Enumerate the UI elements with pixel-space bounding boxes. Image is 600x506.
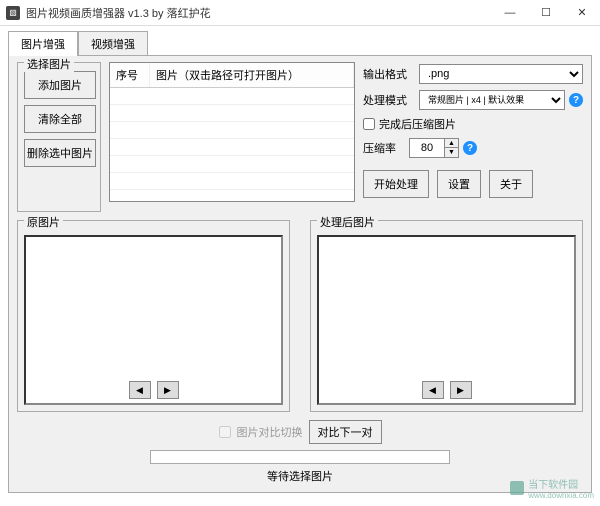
tab-strip: 图片增强 视频增强 bbox=[8, 30, 592, 55]
settings-button[interactable]: 设置 bbox=[437, 170, 481, 198]
process-mode-label: 处理模式 bbox=[363, 92, 415, 108]
minimize-button[interactable]: — bbox=[492, 0, 528, 26]
col-path: 图片（双击路径可打开图片） bbox=[150, 63, 354, 87]
processed-image-legend: 处理后图片 bbox=[317, 214, 378, 230]
original-image-canvas bbox=[26, 237, 281, 377]
spin-up-icon[interactable]: ▲ bbox=[444, 139, 458, 148]
options-panel: 输出格式 .png 处理模式 常规图片 | x4 | 默认效果 ? 完成后压缩图… bbox=[363, 62, 583, 212]
spin-down-icon[interactable]: ▼ bbox=[444, 148, 458, 157]
compare-toggle-label: 图片对比切换 bbox=[237, 424, 303, 440]
output-format-label: 输出格式 bbox=[363, 66, 415, 82]
orig-next-button[interactable]: ▶ bbox=[157, 381, 179, 399]
list-row bbox=[110, 156, 354, 173]
titlebar: ▧ 图片视频画质增强器 v1.3 by 落红护花 — ☐ ✕ bbox=[0, 0, 600, 26]
tab-image-enhance[interactable]: 图片增强 bbox=[8, 31, 78, 56]
compress-rate-spinner[interactable]: ▲ ▼ bbox=[409, 138, 459, 158]
watermark-text: 当下软件园 bbox=[528, 476, 594, 491]
compress-rate-label: 压缩率 bbox=[363, 140, 405, 156]
window-title: 图片视频画质增强器 v1.3 by 落红护花 bbox=[26, 5, 211, 21]
select-image-legend: 选择图片 bbox=[24, 56, 74, 72]
status-text: 等待选择图片 bbox=[17, 468, 583, 484]
processed-image-viewer: ◀ ▶ bbox=[317, 235, 576, 405]
process-mode-select[interactable]: 常规图片 | x4 | 默认效果 bbox=[419, 90, 565, 110]
progress-bar bbox=[150, 450, 450, 464]
original-image-viewer: ◀ ▶ bbox=[24, 235, 283, 405]
list-row bbox=[110, 105, 354, 122]
image-list-headers: 序号 图片（双击路径可打开图片） bbox=[110, 63, 354, 88]
compare-next-button[interactable]: 对比下一对 bbox=[309, 420, 382, 444]
done-next-button[interactable]: ▶ bbox=[450, 381, 472, 399]
orig-prev-button[interactable]: ◀ bbox=[129, 381, 151, 399]
original-image-legend: 原图片 bbox=[24, 214, 63, 230]
help-icon[interactable]: ? bbox=[463, 141, 477, 155]
help-icon[interactable]: ? bbox=[569, 93, 583, 107]
maximize-button[interactable]: ☐ bbox=[528, 0, 564, 26]
list-row bbox=[110, 173, 354, 190]
compress-rate-input[interactable] bbox=[410, 142, 444, 154]
clear-all-button[interactable]: 清除全部 bbox=[24, 105, 96, 133]
app-icon: ▧ bbox=[6, 6, 20, 20]
select-image-group: 选择图片 添加图片 清除全部 删除选中图片 bbox=[17, 62, 101, 212]
list-row bbox=[110, 139, 354, 156]
image-list[interactable]: 序号 图片（双击路径可打开图片） bbox=[109, 62, 355, 202]
add-image-button[interactable]: 添加图片 bbox=[24, 71, 96, 99]
compress-after-label: 完成后压缩图片 bbox=[379, 116, 456, 132]
processed-image-group: 处理后图片 ◀ ▶ bbox=[310, 220, 583, 412]
watermark-icon bbox=[510, 481, 524, 495]
watermark: 当下软件园 www.downxia.com bbox=[510, 476, 594, 500]
client-area: 图片增强 视频增强 选择图片 添加图片 清除全部 删除选中图片 序号 图片（双击… bbox=[0, 26, 600, 501]
watermark-url: www.downxia.com bbox=[528, 491, 594, 500]
tab-panel: 选择图片 添加图片 清除全部 删除选中图片 序号 图片（双击路径可打开图片） bbox=[8, 55, 592, 493]
tab-video-enhance[interactable]: 视频增强 bbox=[78, 31, 148, 56]
done-prev-button[interactable]: ◀ bbox=[422, 381, 444, 399]
original-image-group: 原图片 ◀ ▶ bbox=[17, 220, 290, 412]
compare-toggle-checkbox bbox=[219, 426, 231, 438]
about-button[interactable]: 关于 bbox=[489, 170, 533, 198]
delete-selected-button[interactable]: 删除选中图片 bbox=[24, 139, 96, 167]
compress-after-checkbox[interactable] bbox=[363, 118, 375, 130]
list-row bbox=[110, 122, 354, 139]
col-number: 序号 bbox=[110, 63, 150, 87]
output-format-select[interactable]: .png bbox=[419, 64, 583, 84]
start-process-button[interactable]: 开始处理 bbox=[363, 170, 429, 198]
close-button[interactable]: ✕ bbox=[564, 0, 600, 26]
processed-image-canvas bbox=[319, 237, 574, 377]
list-row bbox=[110, 88, 354, 105]
